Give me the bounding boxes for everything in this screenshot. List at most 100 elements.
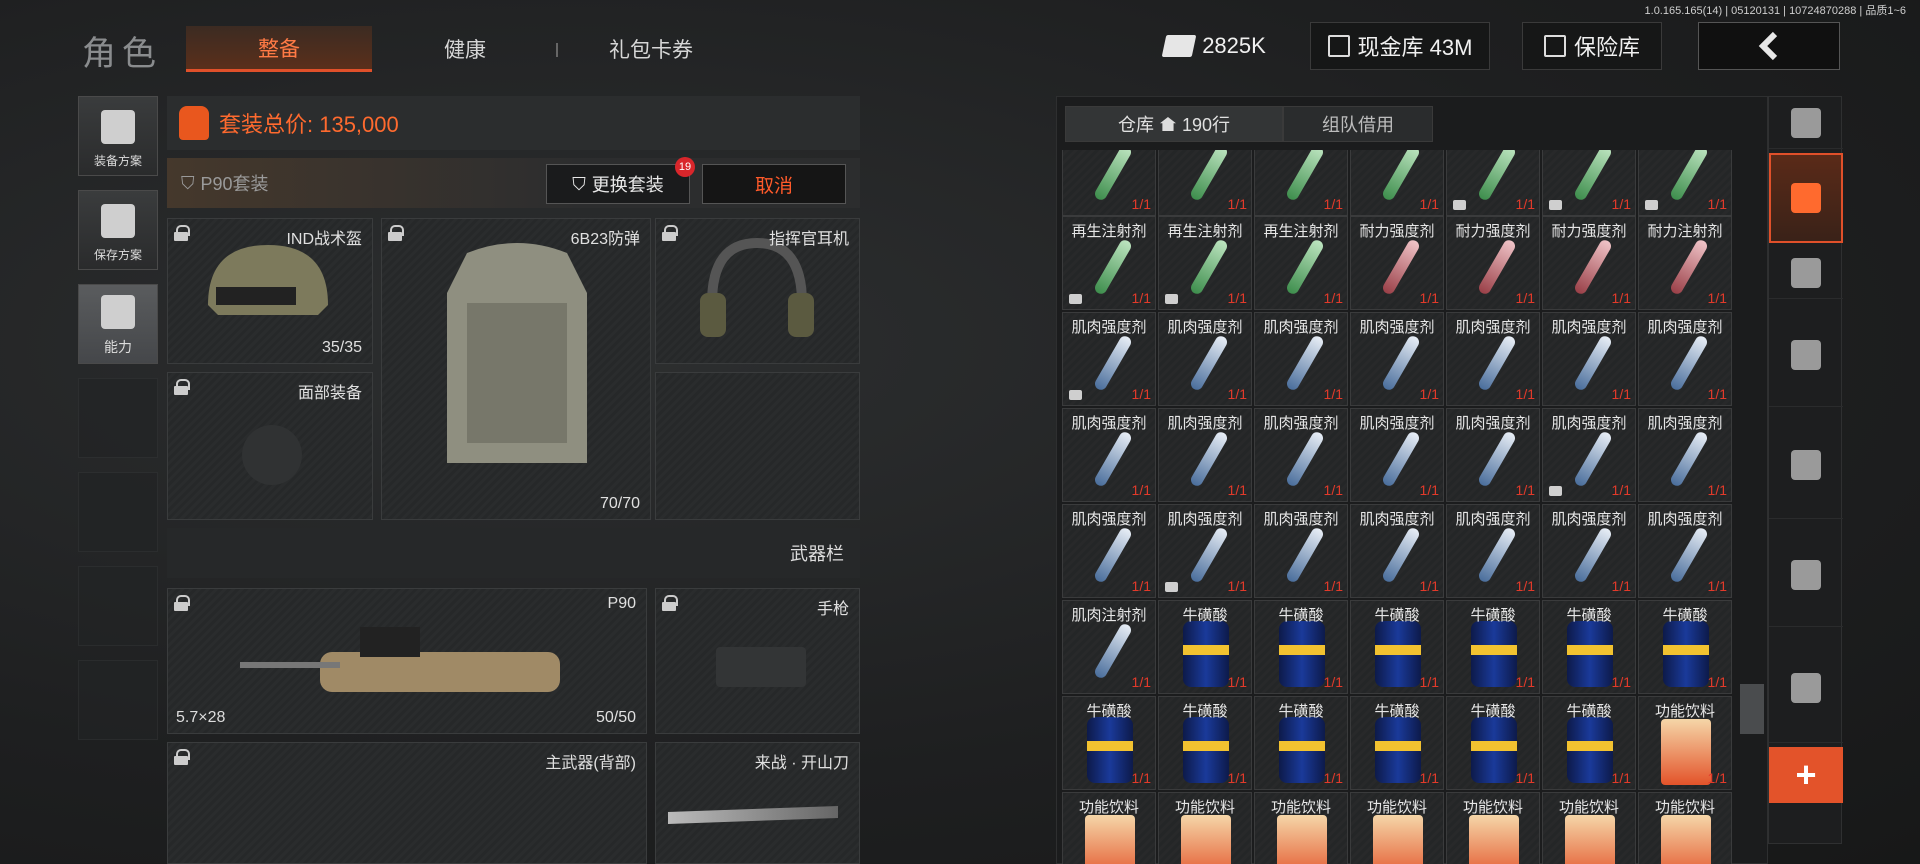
syringe-icon [1092, 526, 1134, 584]
warehouse-item[interactable]: 再生注射剂 1/1 [1254, 216, 1348, 310]
warehouse-item[interactable]: 肌肉强度剂 1/1 [1350, 408, 1444, 502]
helmet-slot[interactable]: IND战术盔 35/35 [167, 218, 373, 364]
tab-equip[interactable]: 整备 [186, 26, 372, 72]
tab-gift[interactable]: 礼包卡券 [556, 26, 744, 72]
warehouse-item[interactable]: 功能饮料 [1350, 792, 1444, 864]
empty-gear-slot[interactable] [655, 372, 860, 520]
tab-team-borrow[interactable]: 组队借用 [1283, 106, 1433, 142]
warehouse-item[interactable]: 再生注射剂 1/1 [1158, 216, 1252, 310]
status-icon [1549, 486, 1562, 496]
headset-slot[interactable]: 指挥官耳机 [655, 218, 860, 364]
warehouse-item[interactable]: 肌肉强度剂 1/1 [1062, 408, 1156, 502]
warehouse-item[interactable]: 肌肉强度剂 1/1 [1158, 504, 1252, 598]
can-icon [1183, 717, 1229, 783]
scrollbar[interactable] [1740, 684, 1764, 734]
syringe-icon [1668, 526, 1710, 584]
warehouse-item[interactable]: 牛磺酸 1/1 [1158, 696, 1252, 790]
warehouse-item[interactable]: 肌肉强度剂 1/1 [1542, 504, 1636, 598]
warehouse-item[interactable]: 牛磺酸 1/1 [1446, 600, 1540, 694]
warehouse-item[interactable]: 功能饮料 [1542, 792, 1636, 864]
magazine-nav-button[interactable] [1769, 411, 1843, 519]
warehouse-tabs: 仓库 190行 组队借用 [1065, 106, 1433, 142]
warehouse-item[interactable]: 功能饮料 [1254, 792, 1348, 864]
warehouse-item[interactable]: 功能饮料 [1446, 792, 1540, 864]
warehouse-item[interactable]: 肌肉强度剂 1/1 [1542, 408, 1636, 502]
headset-name: 指挥官耳机 [768, 231, 849, 248]
vault-button[interactable]: 现金库 43M [1310, 22, 1490, 70]
warehouse-item[interactable]: 牛磺酸 1/1 [1158, 600, 1252, 694]
layers-nav-button[interactable] [1769, 153, 1843, 243]
scope-nav-button[interactable] [1769, 633, 1843, 743]
warehouse-item[interactable]: 牛磺酸 1/1 [1638, 600, 1732, 694]
warehouse-item[interactable]: 肌肉注射剂 1/1 [1062, 600, 1156, 694]
warehouse-item[interactable]: 功能饮料 1/1 [1638, 696, 1732, 790]
warehouse-item[interactable]: 功能饮料 [1638, 792, 1732, 864]
warehouse-item[interactable]: 肌肉强度剂 1/1 [1158, 312, 1252, 406]
loadout-plan-button[interactable]: 装备方案 [78, 96, 158, 176]
p90-slot[interactable]: P90 5.7×28 50/50 [167, 588, 647, 734]
primary-back-name: 主武器(背部) [545, 755, 636, 772]
warehouse-item[interactable]: 牛磺酸 1/1 [1446, 696, 1540, 790]
melee-slot[interactable]: 来战 · 开山刀 [655, 742, 860, 864]
vest-nav-button[interactable] [1769, 247, 1843, 299]
vault-label: 现金库 43M [1357, 35, 1473, 60]
warehouse-item[interactable]: 牛磺酸 1/1 [1542, 600, 1636, 694]
warehouse-item[interactable]: 1/1 [1254, 150, 1348, 216]
item-quantity: 1/1 [1515, 770, 1535, 786]
warehouse-item[interactable]: 1/1 [1542, 150, 1636, 216]
warehouse-item[interactable]: 牛磺酸 1/1 [1254, 600, 1348, 694]
switch-suit-button[interactable]: ⛉ 更换套装 19 [546, 157, 695, 204]
warehouse-item[interactable]: 1/1 [1446, 150, 1540, 216]
warehouse-item[interactable]: 功能饮料 [1158, 792, 1252, 864]
warehouse-item[interactable]: 肌肉强度剂 1/1 [1638, 504, 1732, 598]
bullet-nav-button[interactable] [1769, 523, 1843, 627]
stack-refresh-nav-button[interactable] [1769, 97, 1843, 149]
warehouse-item[interactable]: 耐力注射剂 1/1 [1638, 216, 1732, 310]
warehouse-item[interactable]: 肌肉强度剂 1/1 [1062, 504, 1156, 598]
armor-slot[interactable]: 6B23防弹 70/70 [381, 218, 651, 520]
warehouse-item[interactable]: 肌肉强度剂 1/1 [1350, 312, 1444, 406]
warehouse-item[interactable]: 肌肉强度剂 1/1 [1446, 408, 1540, 502]
safe-button[interactable]: 保险库 [1522, 22, 1662, 70]
warehouse-item[interactable]: 耐力强度剂 1/1 [1350, 216, 1444, 310]
warehouse-item[interactable]: 1/1 [1638, 150, 1732, 216]
warehouse-item[interactable]: 牛磺酸 1/1 [1254, 696, 1348, 790]
warehouse-item[interactable]: 耐力强度剂 1/1 [1542, 216, 1636, 310]
warehouse-item[interactable]: 肌肉强度剂 1/1 [1446, 504, 1540, 598]
warehouse-item[interactable]: 1/1 [1158, 150, 1252, 216]
back-button[interactable] [1698, 22, 1840, 70]
warehouse-item[interactable]: 肌肉强度剂 1/1 [1446, 312, 1540, 406]
tab-health[interactable]: 健康 [372, 26, 558, 72]
warehouse-item[interactable]: 耐力强度剂 1/1 [1446, 216, 1540, 310]
rifle-nav-button[interactable] [1769, 303, 1843, 407]
warehouse-item[interactable]: 肌肉强度剂 1/1 [1254, 408, 1348, 502]
face-slot[interactable]: 面部装备 [167, 372, 373, 520]
save-plan-button[interactable]: 保存方案 [78, 190, 158, 270]
warehouse-item[interactable]: 肌肉强度剂 1/1 [1638, 312, 1732, 406]
warehouse-item[interactable]: 再生注射剂 1/1 [1062, 216, 1156, 310]
warehouse-item[interactable]: 肌肉强度剂 1/1 [1062, 312, 1156, 406]
warehouse-item[interactable]: 功能饮料 [1062, 792, 1156, 864]
cancel-button[interactable]: 取消 [702, 164, 846, 204]
warehouse-item[interactable]: 肌肉强度剂 1/1 [1638, 408, 1732, 502]
warehouse-item[interactable]: 牛磺酸 1/1 [1350, 696, 1444, 790]
warehouse-item[interactable]: 牛磺酸 1/1 [1062, 696, 1156, 790]
lock-icon [662, 225, 678, 241]
pistol-slot[interactable]: 手枪 [655, 588, 860, 734]
ability-button[interactable]: 能力 [78, 284, 158, 364]
drink-icon [1469, 815, 1519, 864]
tab-warehouse[interactable]: 仓库 190行 [1065, 106, 1283, 142]
plus-nav-button[interactable]: + [1769, 747, 1843, 803]
warehouse-item[interactable]: 1/1 [1350, 150, 1444, 216]
warehouse-item[interactable]: 牛磺酸 1/1 [1542, 696, 1636, 790]
warehouse-item[interactable]: 肌肉强度剂 1/1 [1350, 504, 1444, 598]
warehouse-item[interactable]: 牛磺酸 1/1 [1350, 600, 1444, 694]
warehouse-item[interactable]: 肌肉强度剂 1/1 [1542, 312, 1636, 406]
top-tabs: 整备 健康 礼包卡券 [186, 26, 744, 72]
primary-back-slot[interactable]: 主武器(背部) [167, 742, 647, 864]
drink-icon [1181, 815, 1231, 864]
warehouse-item[interactable]: 肌肉强度剂 1/1 [1254, 504, 1348, 598]
warehouse-item[interactable]: 肌肉强度剂 1/1 [1158, 408, 1252, 502]
warehouse-item[interactable]: 1/1 [1062, 150, 1156, 216]
warehouse-item[interactable]: 肌肉强度剂 1/1 [1254, 312, 1348, 406]
